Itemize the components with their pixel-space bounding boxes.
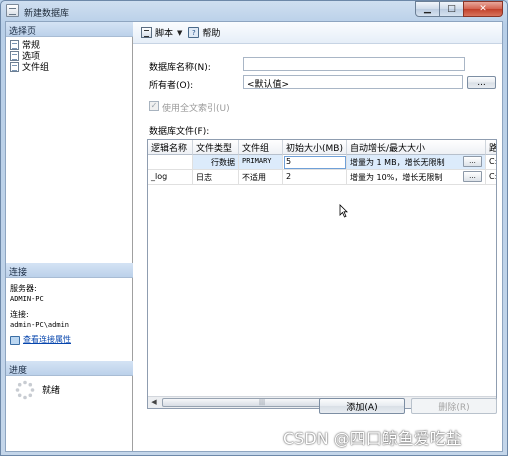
col-filegroup[interactable]: 文件组: [239, 140, 283, 155]
script-icon: [141, 27, 152, 38]
cell-autogrowth[interactable]: 增量为 1 MB，增长无限制 ...: [347, 155, 486, 170]
table-row[interactable]: _log 日志 不适用 2 增量为 10%，增长无限制 ... C:: [148, 170, 496, 185]
col-file-type[interactable]: 文件类型: [193, 140, 239, 155]
add-button[interactable]: 添加(A): [319, 398, 405, 414]
close-icon: ✕: [479, 4, 487, 14]
script-label: 脚本: [155, 29, 174, 39]
cell-file-type[interactable]: 行数据: [193, 155, 239, 170]
view-connection-link[interactable]: 查看连接属性: [23, 335, 71, 345]
maximize-button[interactable]: □: [439, 1, 464, 17]
cell-logical-name[interactable]: [148, 155, 193, 170]
db-name-input[interactable]: [243, 57, 465, 71]
connection-icon: [10, 335, 20, 345]
server-label: 服务器:: [10, 284, 37, 293]
fulltext-checkbox[interactable]: ✓: [149, 101, 159, 111]
autogrowth-text: 增量为 1 MB，增长无限制: [350, 158, 445, 167]
select-page-header: 选择页: [6, 22, 133, 37]
minimize-icon: ▁: [424, 4, 431, 14]
cell-path[interactable]: C:: [486, 170, 496, 185]
connection-header: 连接: [6, 263, 133, 278]
db-files-grid: 逻辑名称 文件类型 文件组 初始大小(MB) 自动增长/最大大小 路 行数据 P…: [147, 139, 497, 409]
page-icon: [10, 61, 19, 72]
cell-filegroup[interactable]: PRIMARY: [239, 155, 283, 170]
autogrowth-browse-button[interactable]: ...: [463, 156, 482, 167]
title-bar[interactable]: 新建数据库 ▁ □ ✕: [1, 1, 507, 21]
connection-label: 连接:: [10, 310, 29, 319]
mouse-cursor-icon: [339, 204, 348, 218]
left-pane: 选择页 常规 选项 文件组 连接 服务器: ADMIN-PC 连接: admin…: [6, 22, 133, 451]
caption-buttons: ▁ □ ✕: [415, 1, 503, 18]
status-text: 就绪: [42, 386, 61, 396]
script-button[interactable]: 脚本 ▼: [141, 26, 182, 39]
remove-button[interactable]: 删除(R): [411, 398, 497, 414]
maximize-icon: □: [447, 4, 456, 14]
db-files-label: 数据库文件(F):: [149, 127, 210, 137]
minimize-button[interactable]: ▁: [415, 1, 440, 17]
cell-autogrowth[interactable]: 增量为 10%，增长无限制 ...: [347, 170, 486, 185]
scroll-left-icon[interactable]: ◀: [148, 397, 160, 408]
cell-logical-name[interactable]: _log: [148, 170, 193, 185]
progress-header: 进度: [6, 361, 133, 376]
cell-file-type[interactable]: 日志: [193, 170, 239, 185]
fulltext-label: 使用全文索引(U): [162, 104, 230, 114]
table-row[interactable]: 行数据 PRIMARY 5 增量为 1 MB，增长无限制 ... C:: [148, 155, 496, 170]
connection-info: 服务器: ADMIN-PC 连接: admin-PC\admin 查看连接属性: [10, 284, 130, 345]
cell-path[interactable]: C:: [486, 155, 496, 170]
server-value: ADMIN-PC: [10, 295, 44, 303]
right-pane: 脚本 ▼ ? 帮助 数据库名称(N): 所有者(O): <默认值> ... ✓ …: [133, 22, 502, 451]
owner-label: 所有者(O):: [149, 81, 194, 91]
view-connection-properties[interactable]: 查看连接属性: [10, 335, 130, 345]
page-list: 常规 选项 文件组: [10, 39, 50, 73]
grid-header: 逻辑名称 文件类型 文件组 初始大小(MB) 自动增长/最大大小 路: [148, 140, 496, 155]
window-title: 新建数据库: [24, 9, 70, 19]
spinner-icon: [15, 380, 35, 400]
page-icon: [10, 50, 19, 61]
page-item-filegroups[interactable]: 文件组: [10, 61, 50, 73]
owner-input[interactable]: <默认值>: [243, 75, 463, 90]
cell-filegroup[interactable]: 不适用: [239, 170, 283, 185]
col-autogrowth[interactable]: 自动增长/最大大小: [347, 140, 486, 155]
dialog-client: 选择页 常规 选项 文件组 连接 服务器: ADMIN-PC 连接: admin…: [5, 21, 503, 452]
cell-initial-size[interactable]: 2: [283, 170, 347, 185]
db-name-label: 数据库名称(N):: [149, 63, 211, 73]
close-button[interactable]: ✕: [463, 1, 503, 17]
cell-initial-size[interactable]: 5: [283, 155, 347, 170]
page-icon: [10, 39, 19, 50]
col-initial-size[interactable]: 初始大小(MB): [283, 140, 347, 155]
help-label: 帮助: [202, 29, 221, 39]
watermark: CSDN @四口鲸鱼爱吃盐: [283, 429, 462, 448]
connection-value: admin-PC\admin: [10, 321, 70, 329]
toolbar: 脚本 ▼ ? 帮助: [133, 22, 502, 44]
owner-browse-button[interactable]: ...: [467, 76, 496, 89]
col-logical-name[interactable]: 逻辑名称: [148, 140, 193, 155]
col-path[interactable]: 路: [486, 140, 496, 155]
app-icon: [6, 4, 19, 17]
page-item-label: 文件组: [22, 63, 50, 73]
new-database-window: 新建数据库 ▁ □ ✕ 选择页 常规 选项 文件组 连接 服务器: ADMIN-…: [0, 0, 508, 456]
help-button[interactable]: ? 帮助: [188, 26, 220, 39]
chevron-down-icon[interactable]: ▼: [177, 29, 182, 37]
help-icon: ?: [188, 27, 200, 38]
autogrowth-browse-button[interactable]: ...: [463, 171, 482, 182]
autogrowth-text: 增量为 10%，增长无限制: [350, 173, 443, 182]
